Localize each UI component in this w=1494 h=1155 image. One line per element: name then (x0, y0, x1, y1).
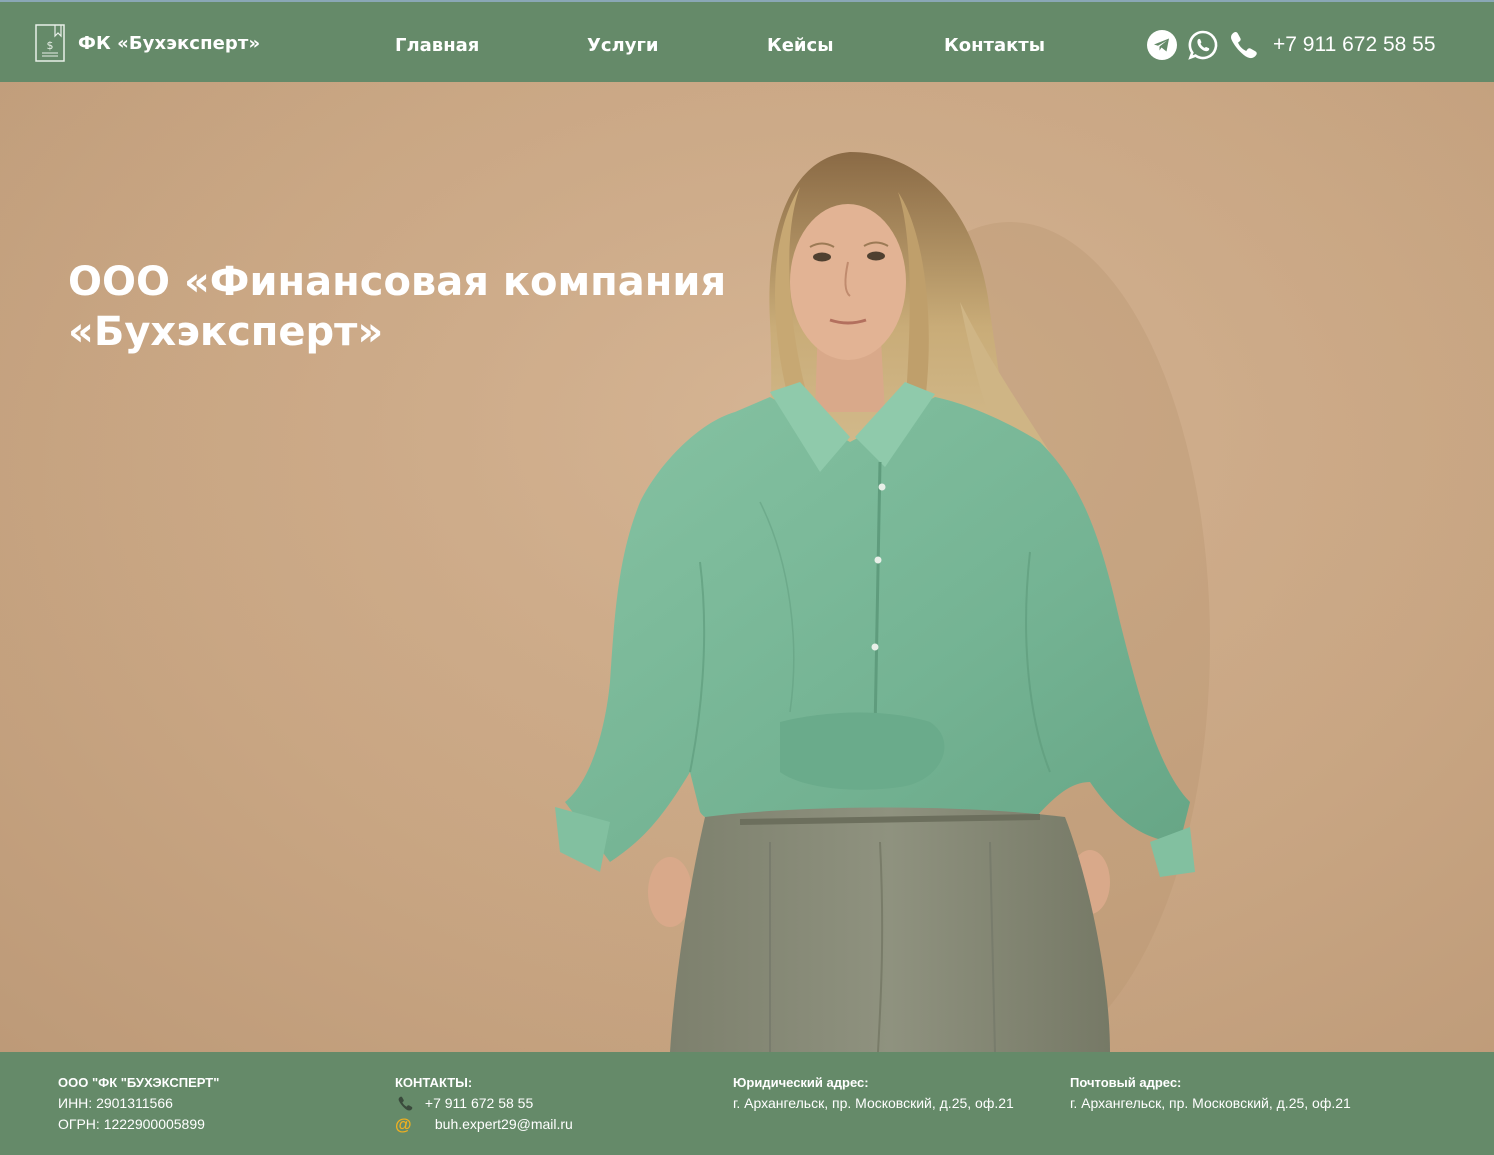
footer-email[interactable]: buh.expert29@mail.ru (435, 1116, 573, 1132)
site-footer: ООО "ФК "БУХЭКСПЕРТ" ИНН: 2901311566 ОГР… (0, 1052, 1494, 1155)
site-header: $ ФК «Бухэксперт» Главная Услуги Кейсы К… (0, 0, 1494, 82)
svg-text:$: $ (47, 39, 54, 52)
footer-postal-address: Почтовый адрес: г. Архангельск, пр. Моск… (1070, 1074, 1351, 1116)
footer-legal-heading: Юридический адрес: (733, 1075, 869, 1090)
footer-contacts-heading: КОНТАКТЫ: (395, 1075, 473, 1090)
nav-contacts[interactable]: Контакты (944, 35, 1045, 56)
hero-title-line-2: «Бухэксперт» (68, 309, 384, 355)
brand-name[interactable]: ФК «Бухэксперт» (78, 33, 260, 54)
footer-legal-text: г. Архангельск, пр. Московский, д.25, оф… (733, 1095, 1014, 1111)
footer-company: ООО "ФК "БУХЭКСПЕРТ" ИНН: 2901311566 ОГР… (58, 1074, 219, 1137)
footer-phone-row[interactable]: +7 911 672 58 55 (395, 1095, 573, 1116)
footer-legal-address: Юридический адрес: г. Архангельск, пр. М… (733, 1074, 1014, 1116)
telegram-icon[interactable] (1146, 29, 1178, 61)
phone-icon (395, 1095, 421, 1112)
document-dollar-icon[interactable]: $ (33, 22, 67, 64)
whatsapp-icon[interactable] (1187, 29, 1219, 61)
footer-company-name: ООО "ФК "БУХЭКСПЕРТ" (58, 1075, 220, 1090)
hero-title-line-1: ООО «Финансовая компания (68, 259, 727, 305)
footer-postal-text: г. Архангельск, пр. Московский, д.25, оф… (1070, 1095, 1351, 1111)
hero-section: ООО «Финансовая компания «Бухэксперт» (0, 82, 1494, 1052)
nav-cases[interactable]: Кейсы (767, 35, 833, 56)
header-phone[interactable]: +7 911 672 58 55 (1273, 33, 1436, 57)
nav-services[interactable]: Услуги (587, 35, 658, 56)
footer-ogrn: ОГРН: 1222900005899 (58, 1116, 205, 1132)
email-icon: @ (395, 1115, 412, 1134)
footer-phone[interactable]: +7 911 672 58 55 (425, 1095, 533, 1111)
footer-email-row[interactable]: @ buh.expert29@mail.ru (395, 1116, 573, 1137)
hero-photo-woman (0, 82, 1494, 1052)
footer-contacts: КОНТАКТЫ: +7 911 672 58 55 @ buh.expert2… (395, 1074, 573, 1137)
hero-title: ООО «Финансовая компания «Бухэксперт» (68, 257, 768, 357)
footer-inn: ИНН: 2901311566 (58, 1095, 173, 1111)
footer-postal-heading: Почтовый адрес: (1070, 1075, 1182, 1090)
nav-home[interactable]: Главная (395, 35, 479, 56)
phone-icon[interactable] (1227, 29, 1259, 61)
